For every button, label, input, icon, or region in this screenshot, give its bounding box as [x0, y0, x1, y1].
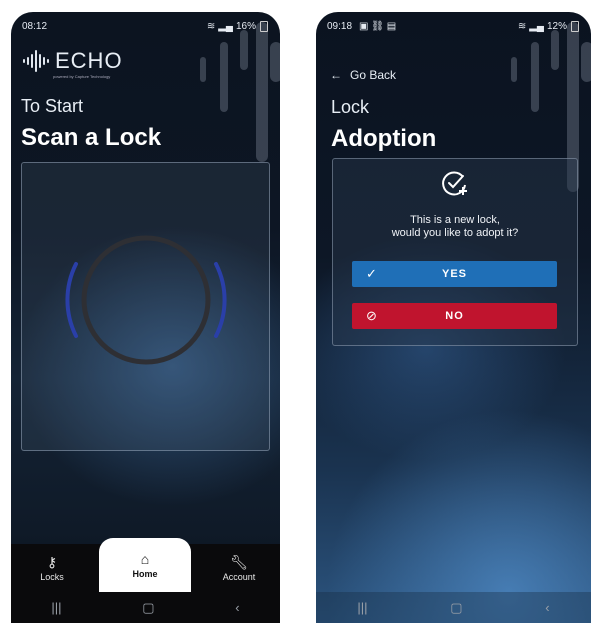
recent-apps-button[interactable]: ||| [51, 600, 61, 615]
wifi-icon: ≋ [517, 21, 527, 32]
decorative-bars [170, 12, 280, 172]
home-button[interactable]: ▢ [142, 600, 154, 616]
dialog-message: This is a new lock, would you like to ad… [333, 214, 577, 240]
back-button[interactable]: ‹ [235, 600, 239, 615]
dialog-message-line2: would you like to adopt it? [391, 227, 519, 239]
page-subtitle: To Start [21, 96, 84, 116]
echo-logo: ECHO powered by Capture Technology [23, 48, 123, 79]
notification-icons: ▣ ⛓ ▤ [359, 21, 397, 32]
system-nav-bar: ||| ▢ ‹ [11, 592, 280, 623]
logo-wordmark: ECHO [55, 48, 123, 73]
wifi-icon: ≋ [206, 21, 216, 32]
phone-screen-adoption: 09:18 ▣ ⛓ ▤ ≋ ▂▄ 12% ← Go Back Lock Adop… [316, 12, 591, 623]
no-label: NO [445, 310, 464, 322]
page-subtitle: Lock [331, 97, 370, 117]
system-nav-bar: ||| ▢ ‹ [316, 592, 591, 623]
sound-wave-icon [23, 50, 49, 72]
bottom-nav: ⚷ Locks ⌂ Home 🔧︎ Account [11, 538, 280, 592]
check-circle-plus-icon [442, 171, 467, 196]
go-back-label: Go Back [350, 68, 397, 82]
signal-icon: ▂▄ [529, 21, 544, 32]
home-button[interactable]: ▢ [450, 600, 462, 616]
page-title: Scan a Lock [21, 124, 162, 151]
logo-tagline: powered by Capture Technology [53, 74, 111, 79]
battery-level: 12% [546, 21, 567, 32]
battery-icon [260, 21, 268, 32]
recent-apps-button[interactable]: ||| [357, 600, 367, 615]
yes-button[interactable]: ✓ YES [352, 261, 557, 287]
nav-tab-locks[interactable]: ⚷ Locks [27, 544, 77, 592]
status-time: 08:12 [22, 21, 48, 32]
dialog-message-line1: This is a new lock, [410, 214, 500, 226]
yes-label: YES [441, 268, 467, 280]
wrench-icon: 🔧︎ [230, 553, 248, 570]
nav-tab-home[interactable]: ⌂ Home [99, 538, 191, 592]
back-button[interactable]: ‹ [545, 600, 549, 615]
status-bar: 09:18 ▣ ⛓ ▤ ≋ ▂▄ 12% [327, 21, 579, 35]
prohibited-icon: ⊘ [366, 308, 378, 323]
battery-level: 16% [235, 21, 256, 32]
page-title: Adoption [331, 125, 437, 152]
nav-tab-account[interactable]: 🔧︎ Account [211, 544, 267, 592]
go-back-link[interactable]: ← Go Back [330, 68, 396, 82]
nav-label-locks: Locks [40, 571, 64, 582]
status-bar: 08:12 ≋ ▂▄ 16% [22, 21, 268, 35]
adoption-dialog: This is a new lock, would you like to ad… [332, 158, 578, 346]
arrow-left-icon: ← [330, 68, 342, 82]
signal-icon: ▂▄ [218, 21, 233, 32]
decorative-bars [481, 12, 591, 192]
no-button[interactable]: ⊘ NO [352, 303, 557, 329]
nav-label-home: Home [132, 568, 158, 579]
phone-screen-scan: 08:12 ≋ ▂▄ 16% ECHO powered by Capture T… [11, 12, 280, 623]
key-icon: ⚷ [46, 553, 58, 570]
battery-icon [571, 21, 579, 32]
nav-label-account: Account [222, 571, 256, 582]
scan-area[interactable] [21, 162, 270, 451]
check-icon: ✓ [366, 266, 378, 281]
status-time: 09:18 [327, 21, 353, 32]
home-icon: ⌂ [140, 550, 150, 567]
scan-ring-icon [65, 235, 227, 365]
